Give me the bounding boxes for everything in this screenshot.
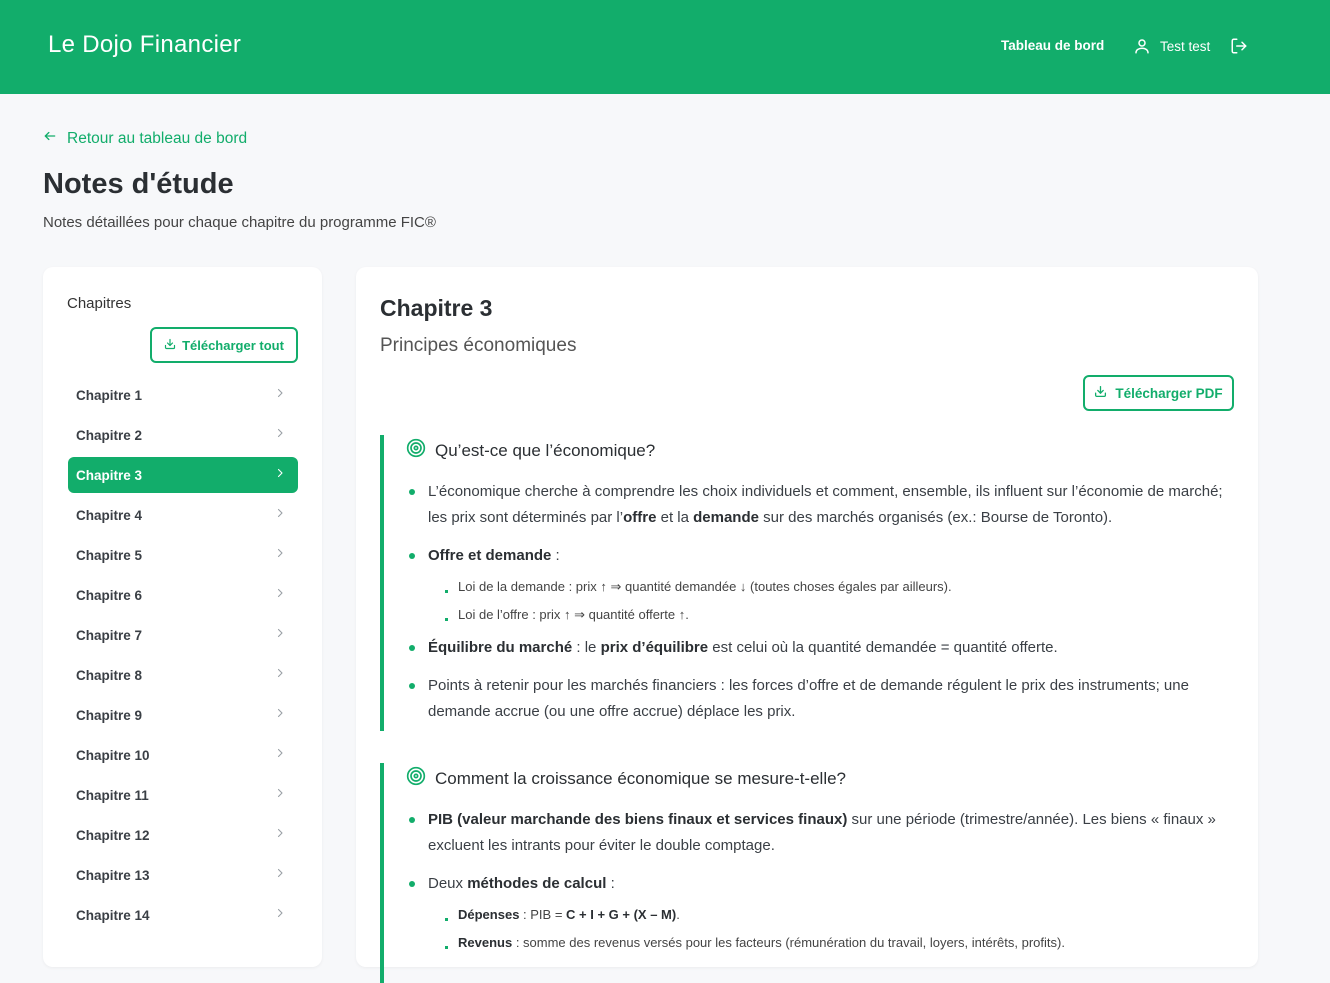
back-link-label: Retour au tableau de bord bbox=[67, 129, 248, 147]
chevron-right-icon bbox=[274, 866, 286, 884]
bullet-list: L’économique cherche à comprendre les ch… bbox=[408, 479, 1234, 725]
sidebar-item-chapter-9[interactable]: Chapitre 9 bbox=[68, 697, 298, 733]
brand-logo[interactable]: Le Dojo Financier bbox=[48, 31, 241, 59]
list-item: Deux méthodes de calcul : Dépenses : PIB… bbox=[408, 871, 1234, 957]
download-pdf-label: Télécharger PDF bbox=[1115, 385, 1223, 401]
chapter-label: Chapitre 7 bbox=[76, 627, 143, 643]
sidebar-item-chapter-10[interactable]: Chapitre 10 bbox=[68, 737, 298, 773]
chapter-subtitle: Principes économiques bbox=[380, 335, 577, 356]
notes-panel: Chapitre 3 Principes économiques Télécha… bbox=[356, 267, 1258, 983]
sidebar-item-chapter-8[interactable]: Chapitre 8 bbox=[68, 657, 298, 693]
page-subtitle: Notes détaillées pour chaque chapitre du… bbox=[43, 214, 436, 231]
back-to-dashboard-link[interactable]: Retour au tableau de bord bbox=[43, 129, 247, 148]
download-icon bbox=[164, 338, 176, 353]
arrow-left-icon bbox=[43, 129, 57, 148]
sub-list-item: Loi de l’offre : prix ↑ ⇒ quantité offer… bbox=[428, 601, 1234, 629]
list-item: Offre et demande : Loi de la demande : p… bbox=[408, 543, 1234, 629]
chapter-label: Chapitre 12 bbox=[76, 827, 150, 843]
sidebar-item-chapter-11[interactable]: Chapitre 11 bbox=[68, 777, 298, 813]
chapters-sidebar: Chapitres Télécharger tout Chapitre 1 Cha… bbox=[43, 267, 322, 967]
sidebar-item-chapter-12[interactable]: Chapitre 12 bbox=[68, 817, 298, 853]
notes-section: Qu’est-ce que l’économique? L’économique… bbox=[380, 435, 1234, 731]
user-icon bbox=[1133, 37, 1151, 55]
chevron-right-icon bbox=[274, 826, 286, 844]
chevron-right-icon bbox=[274, 386, 286, 404]
nav-dashboard-link[interactable]: Tableau de bord bbox=[1001, 38, 1104, 53]
chapter-label: Chapitre 11 bbox=[76, 787, 149, 803]
chevron-right-icon bbox=[274, 426, 286, 444]
list-item: Équilibre du marché : le prix d’équilibr… bbox=[408, 635, 1234, 661]
chevron-right-icon bbox=[274, 506, 286, 524]
chevron-right-icon bbox=[274, 666, 286, 684]
sub-list: Loi de la demande : prix ↑ ⇒ quantité de… bbox=[428, 573, 1234, 629]
list-item: L’économique cherche à comprendre les ch… bbox=[408, 479, 1234, 531]
list-item: PIB (valeur marchande des biens finaux e… bbox=[408, 807, 1234, 859]
bullet-list: PIB (valeur marchande des biens finaux e… bbox=[408, 807, 1234, 957]
download-icon bbox=[1094, 385, 1107, 401]
chevron-right-icon bbox=[274, 626, 286, 644]
section-heading: Qu’est-ce que l’économique? bbox=[406, 438, 1234, 463]
sidebar-item-chapter-7[interactable]: Chapitre 7 bbox=[68, 617, 298, 653]
target-icon bbox=[406, 438, 426, 463]
top-navbar: Le Dojo Financier Tableau de bord Test t… bbox=[0, 0, 1330, 94]
sidebar-title: Chapitres bbox=[67, 295, 132, 312]
section-heading-text: Qu’est-ce que l’économique? bbox=[435, 440, 656, 460]
target-icon bbox=[406, 766, 426, 791]
section-heading: Comment la croissance économique se mesu… bbox=[406, 766, 1234, 791]
chevron-right-icon bbox=[274, 786, 286, 804]
chapter-label: Chapitre 5 bbox=[76, 547, 143, 563]
sub-list-item: Loi de la demande : prix ↑ ⇒ quantité de… bbox=[428, 573, 1234, 601]
chapter-label: Chapitre 10 bbox=[76, 747, 150, 763]
sub-list-item: Revenus : somme des revenus versés pour … bbox=[428, 929, 1234, 957]
logout-icon[interactable] bbox=[1230, 37, 1248, 55]
user-menu[interactable]: Test test bbox=[1133, 37, 1210, 55]
chevron-right-icon bbox=[274, 906, 286, 924]
sidebar-item-chapter-14[interactable]: Chapitre 14 bbox=[68, 897, 298, 933]
chapter-label: Chapitre 4 bbox=[76, 507, 143, 523]
sidebar-item-chapter-1[interactable]: Chapitre 1 bbox=[68, 377, 298, 413]
sidebar-item-chapter-13[interactable]: Chapitre 13 bbox=[68, 857, 298, 893]
chapter-label: Chapitre 3 bbox=[76, 467, 143, 483]
sidebar-item-chapter-5[interactable]: Chapitre 5 bbox=[68, 537, 298, 573]
list-item: Points à retenir pour les marchés financ… bbox=[408, 673, 1234, 725]
chapter-label: Chapitre 1 bbox=[76, 387, 143, 403]
download-all-label: Télécharger tout bbox=[182, 337, 284, 353]
chevron-right-icon bbox=[274, 706, 286, 724]
page-title: Notes d'étude bbox=[43, 168, 234, 200]
chapter-label: Chapitre 13 bbox=[76, 867, 150, 883]
chapter-title: Chapitre 3 bbox=[380, 295, 493, 321]
download-pdf-button[interactable]: Télécharger PDF bbox=[1083, 375, 1234, 411]
chapter-label: Chapitre 6 bbox=[76, 587, 143, 603]
chevron-right-icon bbox=[274, 466, 286, 484]
chapter-label: Chapitre 8 bbox=[76, 667, 143, 683]
user-name: Test test bbox=[1160, 38, 1211, 54]
chevron-right-icon bbox=[274, 546, 286, 564]
section-heading-text: Comment la croissance économique se mesu… bbox=[435, 768, 847, 788]
sidebar-item-chapter-4[interactable]: Chapitre 4 bbox=[68, 497, 298, 533]
chapter-label: Chapitre 2 bbox=[76, 427, 143, 443]
download-all-button[interactable]: Télécharger tout bbox=[150, 327, 298, 363]
chapter-label: Chapitre 9 bbox=[76, 707, 143, 723]
notes-section: Comment la croissance économique se mesu… bbox=[380, 763, 1234, 983]
chevron-right-icon bbox=[274, 586, 286, 604]
sidebar-item-chapter-3[interactable]: Chapitre 3 bbox=[68, 457, 298, 493]
sidebar-item-chapter-2[interactable]: Chapitre 2 bbox=[68, 417, 298, 453]
chapter-label: Chapitre 14 bbox=[76, 907, 150, 923]
sidebar-item-chapter-6[interactable]: Chapitre 6 bbox=[68, 577, 298, 613]
chapter-list: Chapitre 1 Chapitre 2 Chapitre 3 Chapitre 4… bbox=[68, 377, 298, 937]
sub-list-item: Dépenses : PIB = C + I + G + (X – M). bbox=[428, 901, 1234, 929]
chevron-right-icon bbox=[274, 746, 286, 764]
sub-list: Dépenses : PIB = C + I + G + (X – M). Re… bbox=[428, 901, 1234, 957]
